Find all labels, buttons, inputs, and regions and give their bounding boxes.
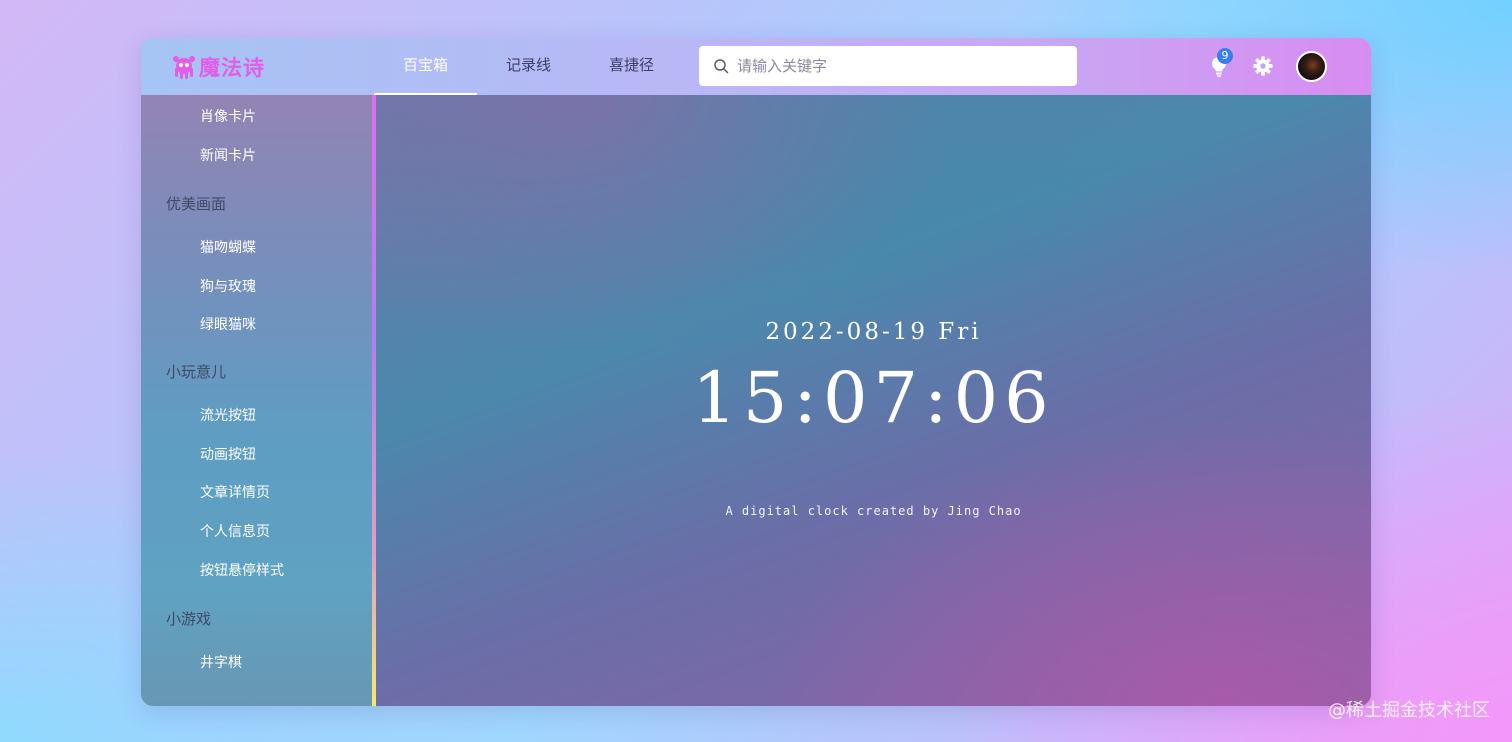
- gear-icon[interactable]: [1252, 55, 1274, 77]
- sidebar: 肖像卡片 新闻卡片 优美画面 猫吻蝴蝶 狗与玫瑰 绿眼猫咪 小玩意儿 流光按钮 …: [141, 95, 373, 706]
- app-window: 魔法诗 百宝箱 记录线 喜捷径 9: [141, 38, 1371, 706]
- clock-time: 15:07:06: [692, 357, 1055, 439]
- sidebar-item-profile-page[interactable]: 个人信息页: [200, 521, 270, 541]
- main-content: 2022-08-19 Fri 15:07:06 A digital clock …: [376, 95, 1371, 706]
- sidebar-item-button-hover[interactable]: 按钮悬停样式: [200, 560, 284, 580]
- monster-logo-icon: [173, 56, 195, 79]
- search-icon: [714, 59, 729, 74]
- logo[interactable]: 魔法诗: [171, 52, 265, 82]
- search-box[interactable]: [699, 46, 1077, 86]
- sidebar-group-beautiful-scenes[interactable]: 优美画面: [166, 193, 226, 214]
- sidebar-item-dog-and-rose[interactable]: 狗与玫瑰: [200, 276, 256, 296]
- header-actions: 9: [1208, 48, 1327, 82]
- sidebar-item-article-detail[interactable]: 文章详情页: [200, 482, 270, 502]
- sidebar-group-mini-games[interactable]: 小游戏: [166, 608, 211, 629]
- top-header: 魔法诗 百宝箱 记录线 喜捷径 9: [141, 38, 1371, 95]
- sidebar-item-portrait-card[interactable]: 肖像卡片: [200, 106, 256, 126]
- nav-tab-treasure-box[interactable]: 百宝箱: [374, 38, 477, 95]
- sidebar-group-gadgets[interactable]: 小玩意儿: [166, 361, 226, 382]
- sidebar-item-news-card[interactable]: 新闻卡片: [200, 145, 256, 165]
- watermark: @稀土掘金技术社区: [1328, 700, 1490, 721]
- sidebar-item-green-eyed-cat[interactable]: 绿眼猫咪: [200, 314, 256, 334]
- user-avatar[interactable]: [1296, 50, 1327, 82]
- clock-date: 2022-08-19 Fri: [765, 319, 982, 345]
- top-nav: 百宝箱 记录线 喜捷径: [374, 38, 683, 95]
- sidebar-item-animated-button[interactable]: 动画按钮: [200, 444, 256, 464]
- notification-badge: 9: [1217, 48, 1233, 64]
- logo-text: 魔法诗: [199, 56, 265, 80]
- search-input[interactable]: [737, 57, 1057, 75]
- notification-bell[interactable]: 9: [1208, 48, 1233, 78]
- sidebar-item-cat-kiss-butterfly[interactable]: 猫吻蝴蝶: [200, 237, 256, 257]
- nav-tab-shortcut[interactable]: 喜捷径: [580, 38, 683, 95]
- sidebar-item-tic-tac-toe[interactable]: 井字棋: [200, 652, 242, 672]
- nav-tab-record-line[interactable]: 记录线: [477, 38, 580, 95]
- clock-caption: A digital clock created by Jing Chao: [725, 504, 1022, 518]
- sidebar-item-glow-button[interactable]: 流光按钮: [200, 405, 256, 425]
